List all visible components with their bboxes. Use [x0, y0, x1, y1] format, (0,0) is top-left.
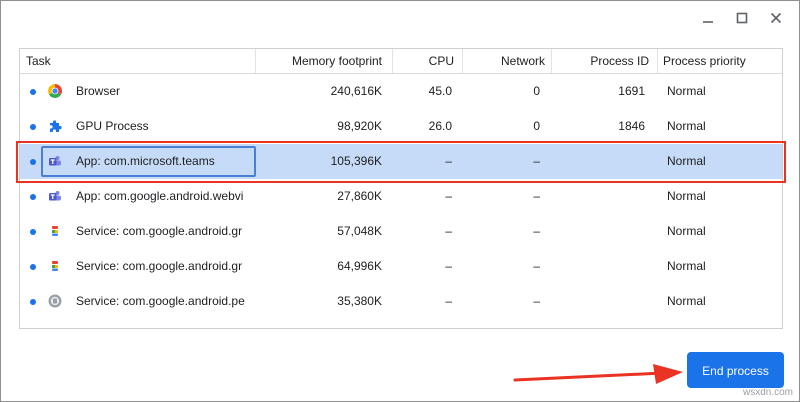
process-id-value [552, 179, 645, 214]
arrow-annotation-icon [513, 364, 683, 384]
status-dot [30, 159, 36, 165]
memory-value: 98,920K [337, 119, 382, 133]
table-row[interactable]: Service: com.google.android.gr 64,996K –… [20, 249, 782, 284]
table-row[interactable]: GPU Process 98,920K 26.0 0 1846 Normal [20, 109, 782, 144]
priority-value: Normal [667, 154, 706, 168]
close-icon[interactable] [769, 11, 783, 25]
process-id-value: 1846 [618, 119, 645, 133]
cpu-value: – [445, 154, 452, 168]
memory-value: 64,996K [337, 259, 382, 273]
network-value: – [533, 189, 540, 203]
process-id-value: 1691 [618, 84, 645, 98]
table-row-selected[interactable]: App: com.microsoft.teams 105,396K – – No… [20, 144, 782, 179]
priority-value: Normal [667, 259, 706, 273]
task-manager-window: Task Memory footprint CPU Network Proces… [0, 0, 800, 402]
table-row[interactable]: Service: com.google.android.gr 57,048K –… [20, 214, 782, 249]
task-name: Service: com.google.android.pe [76, 294, 245, 308]
memory-value: 35,380K [337, 294, 382, 308]
memory-value: 240,616K [330, 84, 382, 98]
column-header-memory[interactable]: Memory footprint [256, 49, 393, 73]
memory-value: 57,048K [337, 224, 382, 238]
cpu-value: – [445, 224, 452, 238]
end-process-button[interactable]: End process [687, 352, 784, 388]
priority-value: Normal [667, 294, 706, 308]
process-id-value [552, 144, 645, 179]
status-dot [30, 229, 36, 235]
cpu-value: – [445, 189, 452, 203]
task-name: Service: com.google.android.gr [76, 259, 243, 273]
network-value: 0 [533, 119, 540, 133]
network-value: 0 [533, 84, 540, 98]
minimize-icon[interactable] [701, 11, 715, 25]
priority-value: Normal [667, 224, 706, 238]
table-row[interactable]: Service: com.google.android.pe 35,380K –… [20, 284, 782, 319]
cpu-value: – [445, 294, 452, 308]
gear-service-icon [47, 293, 63, 309]
task-name: Service: com.google.android.gr [76, 224, 243, 238]
android-service-icon [47, 258, 63, 274]
memory-value: 105,396K [330, 154, 382, 168]
process-table: Task Memory footprint CPU Network Proces… [19, 48, 783, 329]
column-header-task[interactable]: Task [20, 49, 256, 73]
teams-icon [47, 188, 63, 204]
process-id-value [552, 284, 645, 319]
task-name: App: com.microsoft.teams [76, 154, 215, 168]
column-header-network[interactable]: Network [463, 49, 552, 73]
maximize-icon[interactable] [735, 11, 749, 25]
column-header-process-id[interactable]: Process ID [552, 49, 658, 73]
table-row[interactable]: Browser 240,616K 45.0 0 1691 Normal [20, 74, 782, 109]
task-name: Browser [76, 84, 121, 98]
priority-value: Normal [667, 189, 706, 203]
priority-value: Normal [667, 84, 706, 98]
priority-value: Normal [667, 119, 706, 133]
cpu-value: – [445, 259, 452, 273]
task-name: App: com.google.android.webvi [76, 189, 244, 203]
cpu-value: 45.0 [428, 84, 452, 98]
memory-value: 27,860K [337, 189, 382, 203]
column-header-priority[interactable]: Process priority [658, 49, 782, 73]
android-service-icon [47, 223, 63, 239]
network-value: – [533, 154, 540, 168]
table-row[interactable]: App: com.google.android.webvi 27,860K – … [20, 179, 782, 214]
task-name: GPU Process [76, 119, 149, 133]
status-dot [30, 264, 36, 270]
column-header-cpu[interactable]: CPU [393, 49, 463, 73]
network-value: – [533, 259, 540, 273]
cpu-value: 26.0 [428, 119, 452, 133]
status-dot [30, 299, 36, 305]
status-dot [30, 194, 36, 200]
status-dot [30, 89, 36, 95]
network-value: – [533, 294, 540, 308]
network-value: – [533, 224, 540, 238]
puzzle-icon [47, 118, 63, 134]
table-header: Task Memory footprint CPU Network Proces… [20, 49, 782, 74]
window-controls [701, 9, 783, 27]
teams-icon [47, 153, 63, 169]
process-id-value [552, 249, 645, 284]
chrome-icon [47, 83, 63, 99]
status-dot [30, 124, 36, 130]
watermark: wsxdn.com [742, 387, 793, 398]
process-id-value [552, 214, 645, 249]
